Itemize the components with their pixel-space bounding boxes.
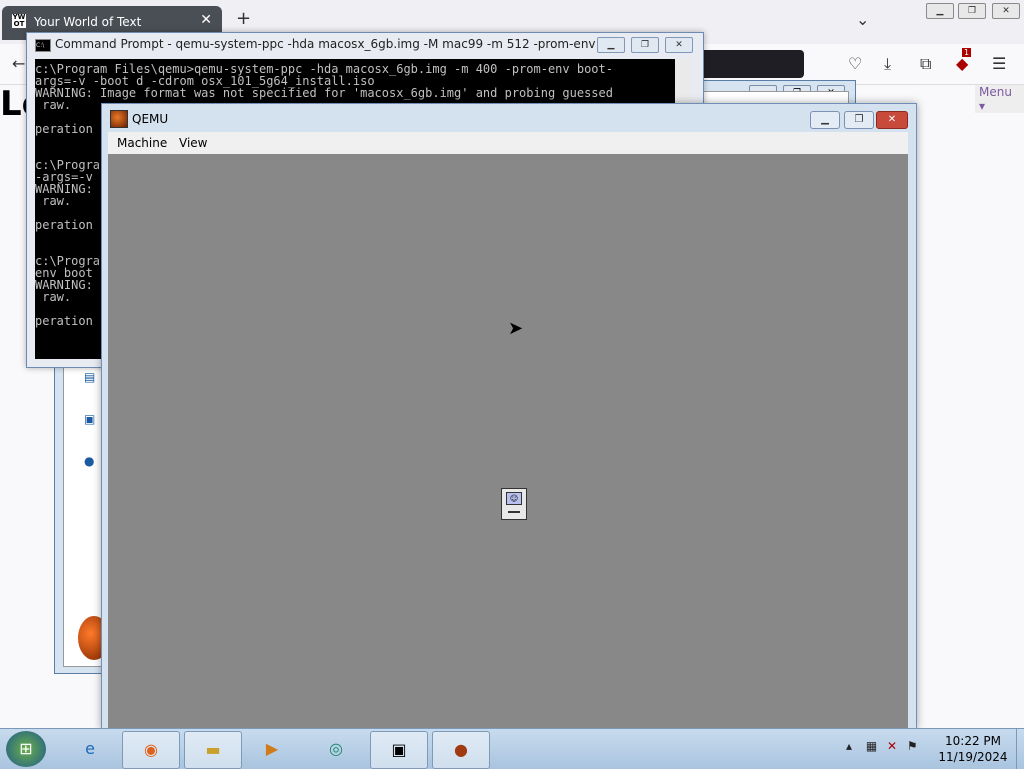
browser-close-button[interactable]: ✕: [992, 3, 1020, 19]
bg-people-icon[interactable]: ●: [84, 454, 100, 470]
extensions-icon[interactable]: ⧉: [920, 54, 931, 74]
system-tray: ▴ ▦ ✕ ⚑: [846, 739, 918, 753]
tab-favicon: YW OT: [12, 13, 26, 28]
qemu-minimize-button[interactable]: ▁: [810, 111, 840, 129]
page-menu-button[interactable]: Menu ▾: [975, 85, 1024, 113]
qemu-guest-screen[interactable]: ☺ ➤: [108, 154, 908, 729]
network-icon[interactable]: ▦: [866, 739, 877, 753]
command-prompt-icon[interactable]: ▣: [370, 731, 428, 769]
happy-mac-icon: ☺: [501, 488, 527, 520]
volume-muted-icon[interactable]: ✕: [887, 739, 897, 753]
clock[interactable]: 10:22 PM 11/19/2024: [936, 733, 1010, 765]
download-icon[interactable]: ⤓: [884, 54, 891, 74]
back-arrow-icon[interactable]: ←: [12, 54, 25, 73]
cmd-restore-button[interactable]: ❐: [631, 37, 659, 53]
menu-machine[interactable]: Machine: [117, 136, 167, 150]
qemu-restore-button[interactable]: ❐: [844, 111, 874, 129]
qemu-titlebar[interactable]: QEMU ▁ ❐ ✕: [102, 104, 916, 132]
qemu-title: QEMU: [132, 112, 169, 126]
globe-app-icon[interactable]: ◎: [308, 731, 364, 767]
action-center-flag-icon[interactable]: ⚑: [907, 739, 918, 753]
browser-restore-button[interactable]: ❐: [958, 3, 986, 19]
firefox-icon[interactable]: ◉: [122, 731, 180, 769]
tab-title: Your World of Text: [34, 15, 142, 29]
start-button-windows-logo-icon[interactable]: ⊞: [6, 731, 46, 767]
qemu-menubar: Machine View: [108, 132, 908, 154]
cmd-minimize-button[interactable]: ▁: [597, 37, 625, 53]
clock-date: 11/19/2024: [938, 750, 1008, 764]
browser-minimize-button[interactable]: ▁: [926, 3, 954, 19]
qemu-taskbar-icon[interactable]: ●: [432, 731, 490, 769]
show-desktop-button[interactable]: [1016, 729, 1024, 769]
folder-icon[interactable]: ▬: [184, 731, 242, 769]
qemu-window: QEMU ▁ ❐ ✕ Machine View ☺ ➤: [101, 103, 917, 730]
menu-view[interactable]: View: [179, 136, 207, 150]
cmd-title: Command Prompt - qemu-system-ppc -hda ma…: [55, 37, 615, 51]
extension-badge: 1: [962, 48, 972, 57]
tray-expand-icon[interactable]: ▴: [846, 739, 852, 753]
taskbar: ⊞ e ◉ ▬ ▶ ◎ ▣ ● ▴ ▦ ✕ ⚑ 10:22 PM 11/19/2…: [0, 728, 1024, 769]
mouse-cursor-icon: ➤: [508, 318, 524, 339]
cmd-close-button[interactable]: ✕: [665, 37, 693, 53]
bg-file-icon[interactable]: ▤: [84, 370, 100, 386]
pocket-icon[interactable]: ♡: [848, 54, 862, 73]
clock-time: 10:22 PM: [945, 734, 1001, 748]
internet-explorer-icon[interactable]: e: [62, 731, 118, 767]
qemu-app-icon: [110, 110, 128, 128]
cmd-titlebar[interactable]: C:\ Command Prompt - qemu-system-ppc -hd…: [27, 33, 703, 57]
bg-network-icon[interactable]: ▣: [84, 412, 100, 428]
qemu-close-button[interactable]: ✕: [876, 111, 908, 129]
tab-close-icon[interactable]: ✕: [200, 12, 212, 28]
media-player-icon[interactable]: ▶: [244, 731, 300, 767]
cmd-app-icon: C:\: [35, 39, 51, 52]
list-tabs-chevron-icon[interactable]: ⌄: [856, 10, 869, 29]
hamburger-menu-icon[interactable]: ☰: [992, 54, 1006, 73]
new-tab-button[interactable]: +: [236, 8, 251, 29]
